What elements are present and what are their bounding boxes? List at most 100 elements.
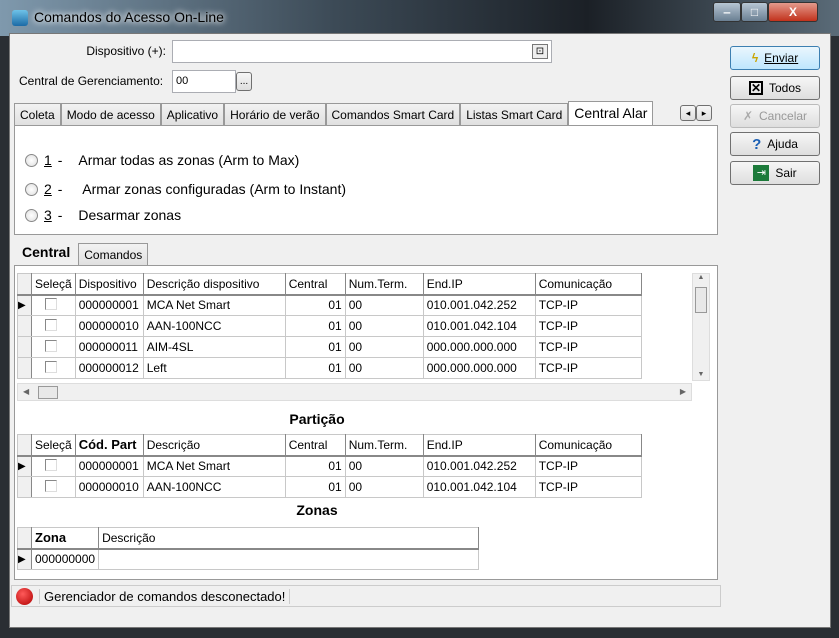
table-cell: 00 [344,357,424,379]
col-selecao[interactable]: Seleçã [31,273,76,296]
select-checkbox[interactable] [45,479,57,492]
minimize-button[interactable]: ‒ [713,2,741,22]
tab-listas-smart-card[interactable]: Listas Smart Card [460,103,569,125]
radio-circle[interactable] [25,153,38,167]
col-end-ip[interactable]: End.IP [422,434,536,457]
table-row[interactable]: 000000010 AAN-100NCC 01 00 010.001.042.104 TC… [17,315,642,337]
ajuda-button[interactable]: ? Ajuda [730,132,820,156]
scroll-up-icon[interactable]: ▲ [693,274,709,281]
table-cell: 000000012 [74,357,144,379]
select-cell[interactable] [31,294,76,316]
zonas-grid[interactable]: Zona Descrição ▶ 000000000 [17,527,480,570]
scroll-thumb[interactable] [695,287,707,313]
select-cell[interactable] [31,455,76,477]
select-checkbox[interactable] [45,318,57,331]
tab-aplicativo[interactable]: Aplicativo [160,103,225,125]
main-tabs: Coleta Modo de acesso Aplicativo Horário… [14,101,654,125]
table-row[interactable]: 000000011 AIM-4SL 01 00 000.000.000.000 TCP-I… [17,336,642,358]
central-browse-button[interactable]: ... [236,72,252,91]
table-row[interactable]: ▶ 000000001 MCA Net Smart 01 00 010.001.042.2… [17,294,642,316]
select-cell[interactable] [31,315,76,337]
tab-modo-acesso[interactable]: Modo de acesso [60,103,161,125]
col-selecao[interactable]: Seleçã [31,434,76,457]
indicator-header [17,434,32,457]
table-cell: 01 [284,476,346,498]
col-comunicacao[interactable]: Comunicação [534,273,642,296]
particao-grid[interactable]: Seleçã Cód. Part Descrição Central Num.T… [17,434,642,498]
central-input[interactable]: 00 [172,70,236,93]
select-checkbox[interactable] [45,458,57,471]
col-num-term[interactable]: Num.Term. [344,434,424,457]
close-button[interactable]: X [768,2,818,22]
select-checkbox[interactable] [45,339,57,352]
row-indicator[interactable]: ▶ [17,455,32,477]
table-cell: 00 [344,476,424,498]
central-grid[interactable]: Seleçã Dispositivo Descrição dispositivo… [17,273,692,381]
title-bar: Comandos do Acesso On-Line ‒ □ X [0,0,839,36]
cancelar-button[interactable]: ✗ Cancelar [730,104,820,128]
table-row[interactable]: ▶ 000000001 MCA Net Smart 01 00 010.001.042.2… [17,455,642,477]
tab-central-alarme[interactable]: Central Alar [568,101,654,125]
tab-scroll-left[interactable]: ◂ [680,105,696,121]
table-cell: MCA Net Smart [142,455,286,477]
select-checkbox[interactable] [45,360,57,373]
col-central[interactable]: Central [284,434,346,457]
window-title: Comandos do Acesso On-Line [34,9,224,25]
subtab-central[interactable]: Central [14,241,79,265]
maximize-button[interactable]: □ [741,2,768,22]
col-num-term[interactable]: Num.Term. [344,273,424,296]
tab-horario-verao[interactable]: Horário de verão [224,103,326,125]
tab-coleta[interactable]: Coleta [14,103,61,125]
radio-arm-max[interactable]: 1- Armar todas as zonas (Arm to Max) [25,152,299,168]
select-cell[interactable] [31,336,76,358]
row-indicator[interactable]: ▶ [17,294,32,316]
col-descricao[interactable]: Descrição [142,434,286,457]
scroll-thumb[interactable] [38,386,58,399]
radio-num: 1 [44,152,52,168]
scroll-left-icon[interactable]: ◀ [23,387,29,396]
lookup-icon[interactable]: ⊡ [532,44,548,59]
table-cell: 000000010 [74,315,144,337]
row-indicator[interactable] [17,476,32,498]
scroll-down-icon[interactable]: ▼ [693,371,709,378]
col-descricao[interactable]: Descrição dispositivo [142,273,286,296]
enviar-button[interactable]: ϟ Enviar [730,46,820,70]
table-cell: MCA Net Smart [142,294,286,316]
table-row[interactable]: ▶ 000000000 [17,548,480,570]
col-zona[interactable]: Zona [30,527,100,550]
col-cod-part[interactable]: Cód. Part [74,434,144,457]
horizontal-scrollbar[interactable]: ◀ ▶ [17,383,692,401]
radio-circle[interactable] [25,208,38,222]
table-cell: TCP-IP [534,476,642,498]
row-indicator[interactable]: ▶ [17,548,32,570]
subtab-comandos[interactable]: Comandos [78,243,149,265]
dispositivo-input[interactable]: ⊡ [172,40,552,63]
col-central[interactable]: Central [284,273,346,296]
row-indicator[interactable] [17,315,32,337]
radio-arm-instant[interactable]: 2- Armar zonas configuradas (Arm to Inst… [25,181,346,197]
col-comunicacao[interactable]: Comunicação [534,434,642,457]
table-row[interactable]: 000000010 AAN-100NCC 01 00 010.001.042.104 TC… [17,476,642,498]
select-cell[interactable] [31,357,76,379]
col-descricao[interactable]: Descrição [98,527,480,550]
vertical-scrollbar[interactable]: ▲ ▼ [692,273,710,381]
tab-comandos-smart-card[interactable]: Comandos Smart Card [325,103,461,125]
status-text: Gerenciador de comandos desconectado! [39,588,291,604]
todos-button[interactable]: ✕ Todos [730,76,820,100]
radio-desarmar[interactable]: 3- Desarmar zonas [25,207,181,223]
table-cell: TCP-IP [534,336,642,358]
select-cell[interactable] [31,476,76,498]
scroll-right-icon[interactable]: ▶ [680,387,686,396]
table-cell: 010.001.042.252 [422,294,536,316]
sair-button[interactable]: ⇥ Sair [730,161,820,185]
grid-header: Seleçã Dispositivo Descrição dispositivo… [17,273,642,296]
select-checkbox[interactable] [45,297,57,310]
table-row[interactable]: 000000012 Left 01 00 000.000.000.000 TCP-IP [17,357,642,379]
col-dispositivo[interactable]: Dispositivo [74,273,144,296]
col-end-ip[interactable]: End.IP [422,273,536,296]
row-indicator[interactable] [17,357,32,379]
tab-scroll-right[interactable]: ▸ [696,105,712,121]
row-indicator[interactable] [17,336,32,358]
table-cell: 00 [344,294,424,316]
radio-circle[interactable] [25,182,38,196]
